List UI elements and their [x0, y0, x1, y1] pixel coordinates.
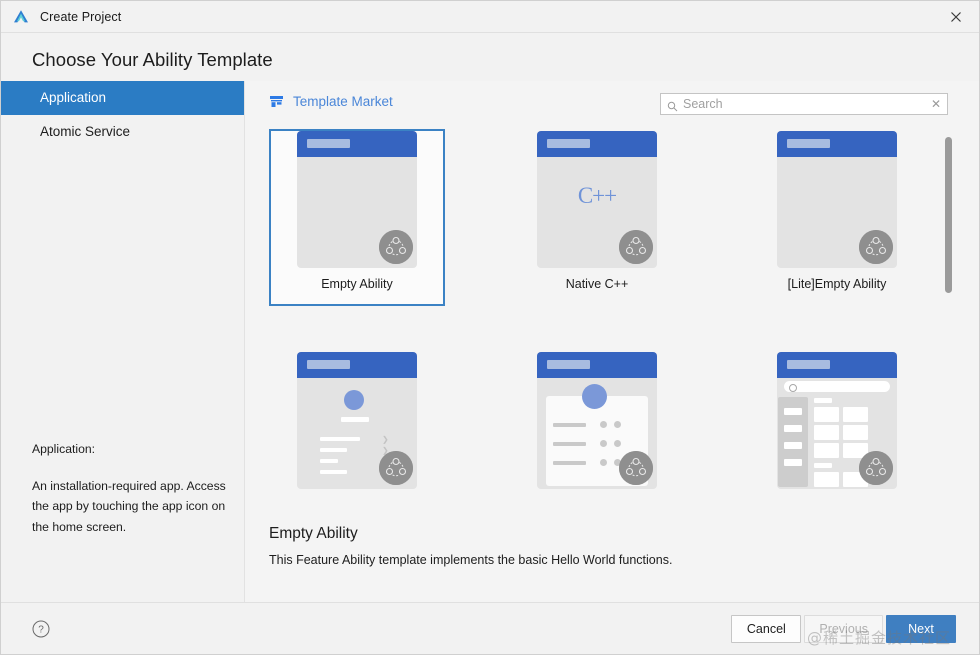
svg-text:?: ?	[38, 625, 44, 636]
template-card-catalog[interactable]	[749, 350, 925, 501]
previous-button: Previous	[804, 615, 883, 643]
template-grid-viewport: Empty Ability C++ Native C++ [Lite]Empty…	[245, 126, 940, 501]
template-card-lite-empty-ability[interactable]: [Lite]Empty Ability	[749, 129, 925, 306]
sidebar-description: Application: An installation-required ap…	[32, 439, 232, 537]
template-thumbnail	[777, 131, 897, 268]
search-input[interactable]	[683, 97, 925, 111]
dialog-footer: ? Cancel Previous Next	[1, 602, 979, 654]
template-thumbnail	[297, 131, 417, 268]
template-detail-description: This Feature Ability template implements…	[269, 553, 673, 567]
create-project-dialog: Create Project Choose Your Ability Templ…	[0, 0, 980, 655]
template-card-label: [Lite]Empty Ability	[787, 277, 887, 291]
template-market-label: Template Market	[293, 94, 393, 109]
search-clear-icon[interactable]: ✕	[925, 97, 947, 111]
template-card-native-cpp[interactable]: C++ Native C++	[509, 129, 685, 306]
sidebar-item-application[interactable]: Application	[1, 81, 244, 115]
template-card-profile-list[interactable]: ❯ ❯ ❯ ❯	[269, 350, 445, 501]
template-panel: Template Market ✕	[245, 81, 979, 604]
store-icon	[269, 94, 284, 109]
next-button[interactable]: Next	[886, 615, 956, 643]
search-icon	[667, 99, 678, 111]
template-market-link[interactable]: Template Market	[269, 94, 393, 109]
search-box[interactable]: ✕	[660, 93, 948, 115]
template-thumbnail: ❯ ❯ ❯ ❯	[297, 352, 417, 489]
sidebar-description-body: An installation-required app. Access the…	[32, 478, 226, 534]
harmonyos-badge-icon	[859, 451, 893, 485]
scrollbar-thumb[interactable]	[945, 137, 952, 293]
footer-button-row: Cancel Previous Next	[729, 615, 956, 643]
project-type-sidebar: Application Atomic Service Application: …	[1, 81, 245, 604]
page-title: Choose Your Ability Template	[32, 49, 273, 70]
template-card-empty-ability[interactable]: Empty Ability	[269, 129, 445, 306]
template-card-label: Native C++	[565, 277, 629, 291]
close-icon[interactable]	[933, 1, 979, 32]
template-detail-title: Empty Ability	[269, 525, 358, 542]
template-thumbnail: C++	[537, 131, 657, 268]
template-thumbnail	[537, 352, 657, 489]
thumbnail-header	[537, 131, 657, 157]
template-grid-scrollbar[interactable]	[945, 131, 952, 496]
cancel-button[interactable]: Cancel	[731, 615, 802, 643]
title-bar: Create Project	[1, 1, 979, 33]
thumbnail-header	[777, 352, 897, 378]
harmonyos-badge-icon	[379, 451, 413, 485]
sidebar-item-label: Atomic Service	[40, 124, 131, 139]
thumbnail-header	[297, 131, 417, 157]
template-card-label: Empty Ability	[321, 277, 393, 291]
window-title: Create Project	[40, 9, 122, 24]
help-circle-icon[interactable]: ?	[32, 620, 50, 638]
sidebar-item-atomic-service[interactable]: Atomic Service	[1, 115, 244, 149]
sidebar-description-title: Application:	[32, 442, 96, 456]
deveco-logo-icon	[12, 8, 30, 26]
harmonyos-badge-icon	[859, 230, 893, 264]
template-thumbnail	[777, 352, 897, 489]
sidebar-item-label: Application	[40, 90, 107, 105]
harmonyos-badge-icon	[619, 230, 653, 264]
template-grid: Empty Ability C++ Native C++ [Lite]Empty…	[245, 126, 940, 501]
thumbnail-header	[537, 352, 657, 378]
thumbnail-header	[297, 352, 417, 378]
harmonyos-badge-icon	[379, 230, 413, 264]
thumbnail-header	[777, 131, 897, 157]
dialog-body: Application Atomic Service Application: …	[1, 81, 979, 604]
template-card-card-list[interactable]	[509, 350, 685, 501]
template-detail: Empty Ability This Feature Ability templ…	[269, 525, 909, 567]
cpp-logo-icon: C++	[577, 183, 617, 208]
harmonyos-badge-icon	[619, 451, 653, 485]
